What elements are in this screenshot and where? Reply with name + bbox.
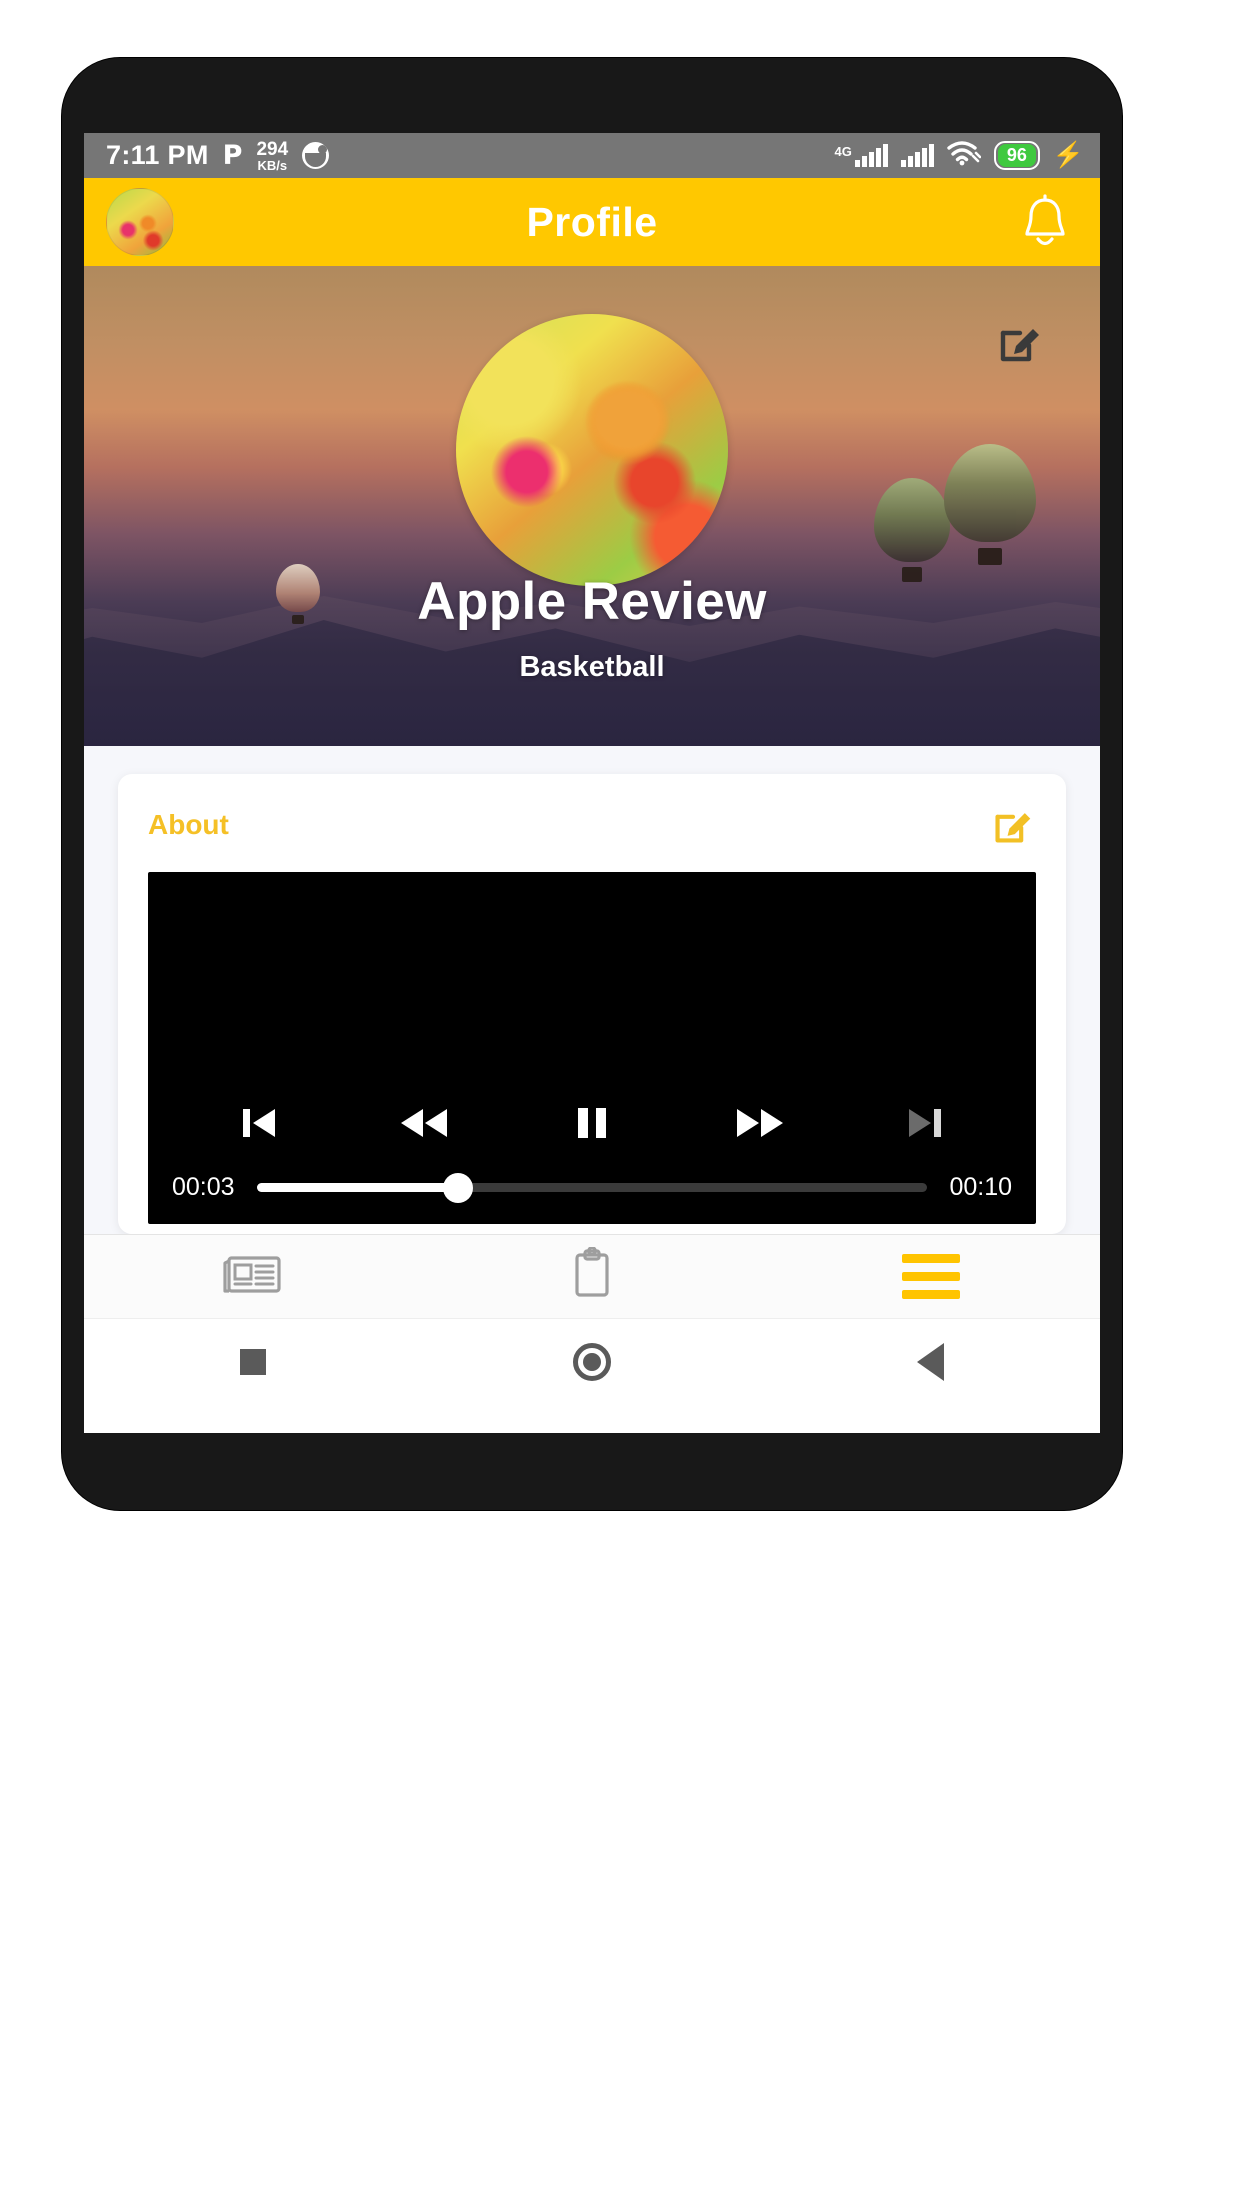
battery-indicator: 96 bbox=[993, 141, 1040, 170]
fast-forward-icon[interactable] bbox=[716, 1091, 802, 1155]
network-speed-indicator: 294 KB/s bbox=[256, 140, 288, 172]
player-current-time: 00:03 bbox=[172, 1173, 235, 1201]
player-seek-thumb[interactable] bbox=[442, 1172, 473, 1203]
network-speed-unit: KB/s bbox=[257, 157, 288, 173]
status-bar-right: 4G 96 ⚡ bbox=[834, 140, 1084, 171]
clipboard-icon bbox=[568, 1246, 616, 1306]
signal-bars-icon bbox=[854, 143, 888, 167]
page-title: Profile bbox=[526, 198, 658, 245]
network-speed-value: 294 bbox=[256, 138, 289, 160]
battery-level: 96 bbox=[997, 144, 1036, 167]
about-card: About 00:03 00:10 bbox=[118, 774, 1066, 1234]
square-recents-icon[interactable] bbox=[205, 1330, 301, 1394]
status-clock: 7:11 PM bbox=[106, 140, 209, 170]
triangle-back-icon[interactable] bbox=[883, 1330, 979, 1394]
hot-air-balloon bbox=[944, 444, 1036, 570]
hamburger-menu-icon bbox=[901, 1254, 960, 1299]
app-bar: Profile bbox=[84, 178, 1100, 266]
charging-bolt-icon: ⚡ bbox=[1052, 141, 1084, 169]
signal-1-icon: 4G bbox=[834, 143, 888, 167]
pause-icon[interactable] bbox=[549, 1091, 635, 1155]
player-seek-progress bbox=[256, 1183, 458, 1192]
phone-screen: 7:11 PM P 294 KB/s 4G 96 ⚡ Profile Apple… bbox=[84, 133, 1100, 1433]
news-icon bbox=[222, 1250, 284, 1303]
video-player[interactable]: 00:03 00:10 bbox=[148, 872, 1036, 1224]
phone-frame: 7:11 PM P 294 KB/s 4G 96 ⚡ Profile Apple… bbox=[62, 58, 1122, 1510]
profile-photo[interactable] bbox=[456, 314, 728, 586]
nav-item-news[interactable] bbox=[84, 1235, 423, 1318]
player-total-time: 00:10 bbox=[949, 1173, 1012, 1201]
android-system-nav bbox=[84, 1318, 1100, 1404]
nav-item-menu[interactable] bbox=[761, 1235, 1100, 1318]
player-controls bbox=[148, 1091, 1036, 1173]
messenger-icon bbox=[302, 142, 330, 169]
profile-name: Apple Review bbox=[417, 572, 767, 631]
about-edit-icon[interactable] bbox=[990, 802, 1036, 848]
nav-item-clipboard[interactable] bbox=[423, 1235, 762, 1318]
cover-edit-icon[interactable] bbox=[992, 314, 1048, 370]
content-area: About 00:03 00:10 bbox=[84, 746, 1100, 1234]
profile-cover: Apple Review Basketball bbox=[84, 266, 1100, 746]
about-card-title: About bbox=[148, 809, 229, 840]
pandora-icon: P bbox=[222, 140, 243, 171]
about-card-header: About bbox=[148, 802, 1036, 848]
avatar[interactable] bbox=[106, 188, 174, 256]
bottom-nav bbox=[84, 1234, 1100, 1318]
player-seek-row: 00:03 00:10 bbox=[148, 1172, 1036, 1224]
bell-icon[interactable] bbox=[1012, 189, 1078, 255]
signal-2-icon bbox=[900, 143, 934, 167]
hot-air-balloon bbox=[874, 478, 950, 586]
network-type-label: 4G bbox=[834, 143, 852, 159]
rewind-icon[interactable] bbox=[382, 1091, 468, 1155]
status-bar-left: 7:11 PM P 294 KB/s bbox=[106, 140, 330, 172]
profile-subtitle: Basketball bbox=[519, 651, 665, 683]
player-seek-bar[interactable] bbox=[256, 1172, 928, 1203]
status-bar: 7:11 PM P 294 KB/s 4G 96 ⚡ bbox=[84, 133, 1100, 178]
circle-home-icon[interactable] bbox=[544, 1330, 640, 1394]
skip-previous-icon[interactable] bbox=[215, 1091, 301, 1155]
wifi-icon bbox=[947, 140, 982, 171]
skip-next-icon[interactable] bbox=[883, 1091, 969, 1155]
